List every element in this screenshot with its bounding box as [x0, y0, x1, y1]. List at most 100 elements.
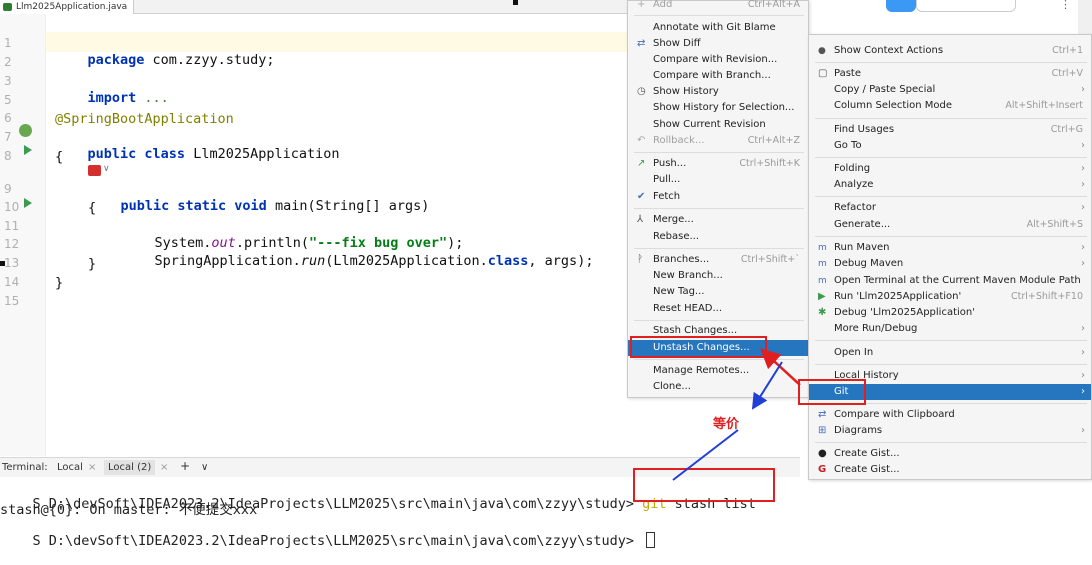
chevron-right-icon: ›	[1081, 323, 1085, 334]
line-number: 5	[4, 93, 12, 107]
run-icon: ▶	[818, 291, 826, 302]
menu-item-fetch[interactable]: ✔ Fetch	[628, 189, 808, 205]
code-line-14: }	[55, 275, 64, 291]
code-line-6: @SpringBootApplication	[55, 111, 234, 127]
ai-assistant-icon[interactable]	[88, 165, 101, 176]
menu-item-diagrams[interactable]: ⊞ Diagrams ›	[809, 423, 1091, 439]
menu-item-show-history[interactable]: ◷ Show History	[628, 84, 808, 100]
line-number: 10	[4, 200, 20, 214]
menu-item-compare-revision[interactable]: Compare with Revision...	[628, 52, 808, 68]
menu-item-find-usages[interactable]: Find Usages Ctrl+G	[809, 122, 1091, 138]
menu-item-pull[interactable]: Pull...	[628, 172, 808, 188]
chevron-right-icon: ›	[1081, 202, 1085, 213]
add-terminal-button[interactable]: +	[180, 459, 190, 473]
clock-icon: ◷	[637, 86, 646, 97]
line-number: 3	[4, 74, 12, 88]
menu-item-run-maven[interactable]: m Run Maven ›	[809, 240, 1091, 256]
chevron-down-icon[interactable]: ∨	[103, 164, 110, 174]
editor-tab-title: Llm2025Application.java	[16, 2, 128, 12]
menu-item-paste[interactable]: ▢ Paste Ctrl+V	[809, 66, 1091, 82]
more-icon[interactable]: ⋮	[1060, 0, 1071, 11]
editor-tab[interactable]: Llm2025Application.java	[0, 0, 135, 14]
lightbulb-icon: ●	[818, 46, 826, 56]
line-number: 2	[4, 55, 12, 69]
chevron-down-icon[interactable]: ∨	[201, 462, 208, 473]
menu-item-compare-clipboard[interactable]: ⇄ Compare with Clipboard	[809, 407, 1091, 423]
terminal-cursor	[646, 532, 656, 548]
menu-item-rebase[interactable]: Rebase...	[628, 229, 808, 245]
menu-item-manage-remotes[interactable]: Manage Remotes...	[628, 363, 808, 379]
line-number: 13	[4, 256, 20, 270]
menu-item-history-selection[interactable]: Show History for Selection...	[628, 100, 808, 116]
maven-icon: m	[818, 243, 827, 253]
menu-item-analyze[interactable]: Analyze ›	[809, 177, 1091, 193]
chevron-right-icon: ›	[1081, 370, 1085, 381]
menu-item-run-app[interactable]: ▶ Run 'Llm2025Application' Ctrl+Shift+F10	[809, 289, 1091, 305]
menu-item-open-terminal-maven[interactable]: m Open Terminal at the Current Maven Modu…	[809, 273, 1091, 289]
terminal-tab-local[interactable]: Local	[57, 462, 83, 473]
menu-item-merge[interactable]: ⅄ Merge...	[628, 212, 808, 228]
toolbar-field[interactable]	[916, 0, 1016, 12]
menu-item-more-run-debug[interactable]: More Run/Debug ›	[809, 321, 1091, 337]
menu-item-annotate[interactable]: Annotate with Git Blame	[628, 20, 808, 36]
menu-item-rollback[interactable]: ↶ Rollback... Ctrl+Alt+Z	[628, 133, 808, 149]
menu-item-copy-paste-special[interactable]: Copy / Paste Special ›	[809, 82, 1091, 98]
terminal-tab-local-2[interactable]: Local (2)	[104, 460, 156, 475]
menu-item-debug-app[interactable]: ✱ Debug 'Llm2025Application'	[809, 305, 1091, 321]
menu-item-compare-branch[interactable]: Compare with Branch...	[628, 68, 808, 84]
menu-item-create-gist-github[interactable]: ● Create Gist...	[809, 446, 1091, 462]
folded-imports[interactable]: ...	[136, 90, 168, 106]
chevron-right-icon: ›	[1081, 258, 1085, 269]
line-number: 14	[4, 275, 20, 289]
chevron-right-icon: ›	[1081, 347, 1085, 358]
menu-item-column-selection[interactable]: Column Selection Mode Alt+Shift+Insert	[809, 98, 1091, 114]
code-line-8: {	[55, 149, 64, 165]
close-icon[interactable]: ×	[160, 462, 168, 473]
push-icon: ↗	[637, 158, 646, 169]
line-number: 8	[4, 149, 12, 163]
menu-item-show-diff[interactable]: ⇄ Show Diff	[628, 36, 808, 52]
run-class-icon[interactable]	[24, 145, 32, 155]
line-number: 1	[4, 36, 12, 50]
menu-item-push[interactable]: ↗ Push... Ctrl+Shift+K	[628, 156, 808, 172]
menu-item-branches[interactable]: ᚹ Branches... Ctrl+Shift+`	[628, 252, 808, 268]
code-editor[interactable]: package com.zzyy.study; import ... @Spri…	[46, 14, 630, 456]
plus-icon: +	[637, 0, 646, 10]
line-number: 15	[4, 294, 20, 308]
menu-item-clone[interactable]: Clone...	[628, 379, 808, 395]
maven-icon: m	[818, 276, 827, 286]
editor-tab-bar: Llm2025Application.java	[0, 0, 630, 14]
close-icon[interactable]: ×	[88, 462, 96, 473]
highlight-git	[798, 379, 866, 405]
menu-item-new-branch[interactable]: New Branch...	[628, 268, 808, 284]
side-tool-strip	[1078, 0, 1092, 34]
gitee-icon: G	[818, 464, 827, 475]
menu-item-add[interactable]: + Add Ctrl+Alt+A	[628, 0, 808, 13]
menu-item-debug-maven[interactable]: m Debug Maven ›	[809, 256, 1091, 272]
menu-item-go-to[interactable]: Go To ›	[809, 138, 1091, 154]
menu-item-refactor[interactable]: Refactor ›	[809, 200, 1091, 216]
menu-item-context-actions[interactable]: ● Show Context Actions Ctrl+1	[809, 43, 1091, 59]
menu-item-current-revision[interactable]: Show Current Revision	[628, 117, 808, 133]
line-number: 6	[4, 111, 12, 125]
maven-debug-icon: m	[818, 259, 827, 269]
menu-item-open-in[interactable]: Open In ›	[809, 345, 1091, 361]
menu-item-new-tag[interactable]: New Tag...	[628, 284, 808, 300]
terminal-line-2: stash@{0}: On master: 不便提交xxx	[0, 502, 258, 518]
menu-item-generate[interactable]: Generate... Alt+Shift+S	[809, 217, 1091, 233]
toolbar-button[interactable]	[886, 0, 916, 12]
editor-context-menu: ● Show Context Actions Ctrl+1 ▢ Paste Ctrl+V…	[808, 34, 1092, 480]
diff-icon: ⇄	[637, 38, 646, 49]
java-file-icon	[3, 3, 12, 11]
branch-icon: ᚹ	[637, 254, 643, 265]
terminal-label: Terminal:	[2, 462, 48, 473]
menu-item-folding[interactable]: Folding ›	[809, 161, 1091, 177]
line-number: 9	[4, 182, 12, 196]
menu-item-create-gist-gitee[interactable]: G Create Gist...	[809, 462, 1091, 478]
spring-bean-icon[interactable]	[19, 124, 32, 137]
chevron-right-icon: ›	[1081, 179, 1085, 190]
chevron-right-icon: ›	[1081, 163, 1085, 174]
run-main-icon[interactable]	[24, 198, 32, 208]
menu-item-reset-head[interactable]: Reset HEAD...	[628, 301, 808, 317]
selection-handle	[0, 261, 5, 266]
